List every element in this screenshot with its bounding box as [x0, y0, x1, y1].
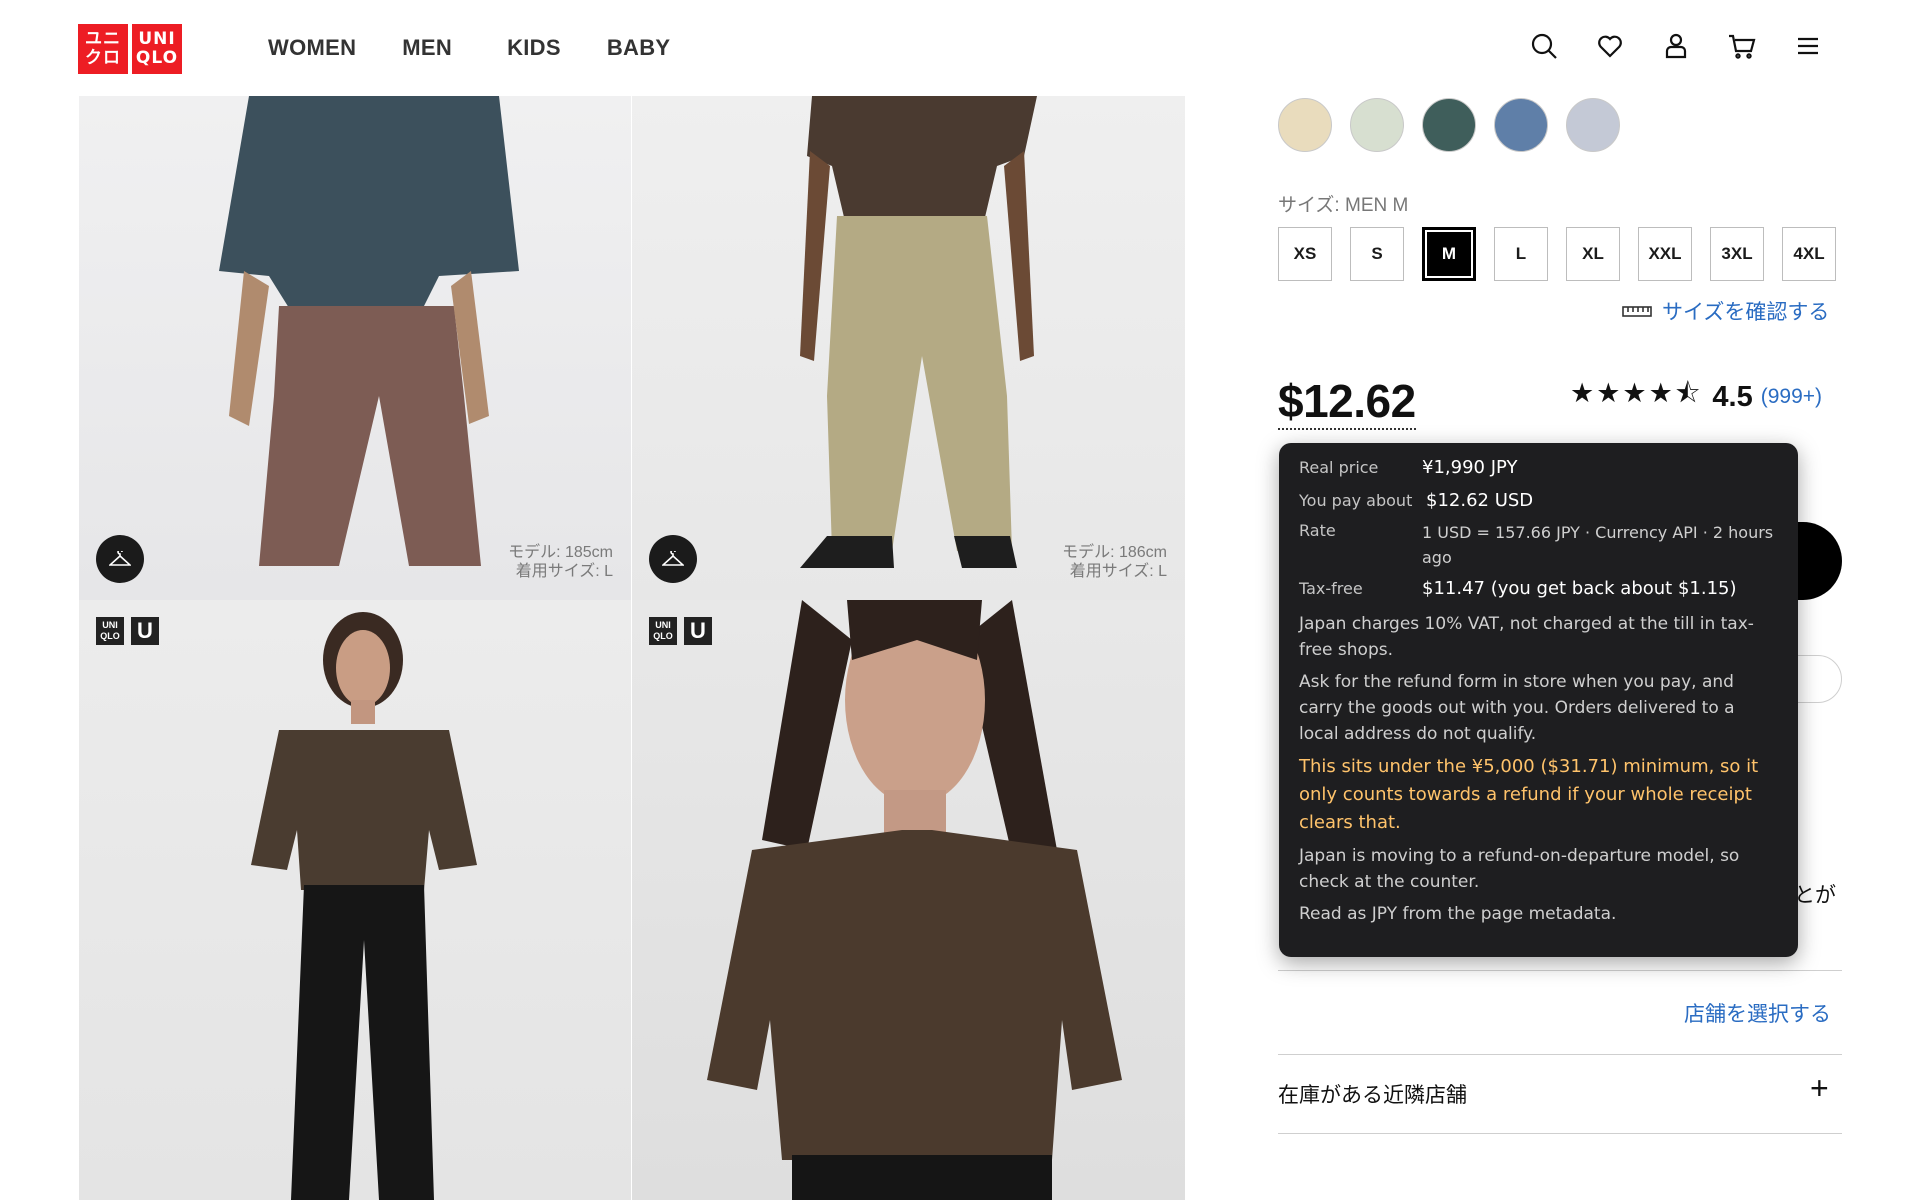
color-swatch[interactable] [1494, 98, 1548, 152]
brand-badges: UNI QLO U [96, 617, 159, 645]
heart-icon[interactable] [1596, 32, 1624, 60]
uniqlo-u-badge: U [684, 617, 712, 645]
account-icon[interactable] [1662, 32, 1690, 60]
product-photo-4[interactable]: UNI QLO U [632, 600, 1185, 1200]
size-check-link[interactable]: サイズを確認する [1622, 296, 1829, 326]
pay-about-row: You pay about $12.62 USD [1299, 490, 1778, 512]
color-swatches [1278, 98, 1620, 152]
product-price[interactable]: $12.62 [1278, 374, 1416, 430]
model-photo-illustration [800, 96, 1037, 568]
cart-icon[interactable] [1728, 32, 1756, 60]
product-photo-2[interactable]: モデル: 186cm 着用サイズ: L [632, 96, 1185, 600]
size-option-xl[interactable]: XL [1566, 227, 1620, 281]
tax-free-label: Tax-free [1299, 579, 1363, 598]
real-price-row: Real price ¥1,990 JPY [1299, 457, 1778, 479]
model-photo-illustration [251, 612, 477, 1200]
model-note: モデル: 185cm 着用サイズ: L [508, 544, 613, 580]
select-store-link[interactable]: 店舗を選択する [1684, 998, 1831, 1028]
size-option-4xl[interactable]: 4XL [1782, 227, 1836, 281]
product-photo-1[interactable]: モデル: 185cm 着用サイズ: L [79, 96, 631, 600]
size-label: サイズ: MEN M [1278, 195, 1409, 216]
product-gallery: モデル: 185cm 着用サイズ: L モデル: 186cm 着用サイズ: L [79, 96, 1185, 1200]
vat-note: Japan charges 10% VAT, not charged at th… [1299, 614, 1754, 660]
try-on-hanger-button[interactable] [96, 535, 144, 583]
rating-score: 4.5 [1712, 380, 1753, 413]
uniqlo-badge: UNI QLO [649, 617, 677, 645]
pay-about-label: You pay about [1299, 491, 1413, 510]
source-note: Read as JPY from the page metadata. [1299, 904, 1617, 924]
size-selector: XS S M L XL XXL 3XL 4XL [1278, 227, 1836, 281]
nav-baby[interactable]: BABY [607, 35, 671, 61]
nav-kids[interactable]: KIDS [507, 35, 561, 61]
color-swatch[interactable] [1422, 98, 1476, 152]
real-price-label: Real price [1299, 458, 1379, 477]
uniqlo-logo[interactable]: ユニ クロ UNI QLO [78, 24, 182, 74]
departure-note: Japan is moving to a refund-on-departure… [1299, 846, 1740, 892]
partial-description-text: とが [1794, 884, 1836, 907]
color-swatch[interactable] [1350, 98, 1404, 152]
minimum-warning: This sits under the ¥5,000 ($31.71) mini… [1299, 756, 1759, 833]
hanger-icon [109, 551, 131, 566]
menu-icon[interactable] [1794, 32, 1822, 60]
rate-value: 1 USD = 157.66 JPY · Currency API · 2 ho… [1422, 523, 1774, 567]
divider [1278, 1054, 1842, 1055]
model-photo-illustration [219, 96, 519, 566]
model-note: モデル: 186cm 着用サイズ: L [1062, 544, 1167, 580]
nearby-stores-heading[interactable]: 在庫がある近隣店舗 [1278, 1079, 1467, 1109]
site-header: ユニ クロ UNI QLO WOMEN MEN KIDS BABY [0, 0, 1920, 96]
color-swatch[interactable] [1278, 98, 1332, 152]
nav-women[interactable]: WOMEN [268, 35, 356, 61]
review-count-link[interactable]: (999+) [1761, 385, 1822, 409]
rate-label: Rate [1299, 521, 1336, 540]
header-actions [1530, 32, 1822, 60]
size-option-xxl[interactable]: XXL [1638, 227, 1692, 281]
tax-free-value: $11.47 (you get back about $1.15) [1422, 578, 1737, 599]
rate-row: Rate 1 USD = 157.66 JPY · Currency API ·… [1299, 520, 1778, 570]
nav-men[interactable]: MEN [402, 35, 452, 61]
uniqlo-badge: UNI QLO [96, 617, 124, 645]
divider [1278, 970, 1842, 971]
model-photo-illustration [707, 600, 1122, 1200]
real-price-value: ¥1,990 JPY [1422, 457, 1518, 478]
brand-badges: UNI QLO U [649, 617, 712, 645]
main-nav: WOMEN MEN KIDS BABY [268, 35, 716, 61]
logo-latin: UNI QLO [132, 24, 182, 74]
try-on-hanger-button[interactable] [649, 535, 697, 583]
size-option-3xl[interactable]: 3XL [1710, 227, 1764, 281]
hanger-icon [662, 551, 684, 566]
tax-free-row: Tax-free $11.47 (you get back about $1.1… [1299, 578, 1778, 600]
refund-note: Ask for the refund form in store when yo… [1299, 672, 1735, 744]
size-option-l[interactable]: L [1494, 227, 1548, 281]
product-photo-3[interactable]: UNI QLO U [79, 600, 631, 1200]
logo-katakana: ユニ クロ [78, 24, 128, 74]
color-swatch[interactable] [1566, 98, 1620, 152]
size-option-s[interactable]: S [1350, 227, 1404, 281]
uniqlo-u-badge: U [131, 617, 159, 645]
pay-about-value: $12.62 USD [1426, 490, 1534, 511]
rating-stars: ★★★★⯪ [1570, 378, 1703, 409]
ruler-icon [1622, 306, 1652, 317]
price-conversion-tooltip: Real price ¥1,990 JPY You pay about $12.… [1279, 443, 1798, 957]
divider [1278, 1133, 1842, 1134]
product-rating[interactable]: ★★★★⯪ 4.5 (999+) [1570, 374, 1822, 420]
search-icon[interactable] [1530, 32, 1558, 60]
size-option-m[interactable]: M [1422, 227, 1476, 281]
expand-plus-icon[interactable]: + [1810, 1070, 1829, 1107]
size-option-xs[interactable]: XS [1278, 227, 1332, 281]
